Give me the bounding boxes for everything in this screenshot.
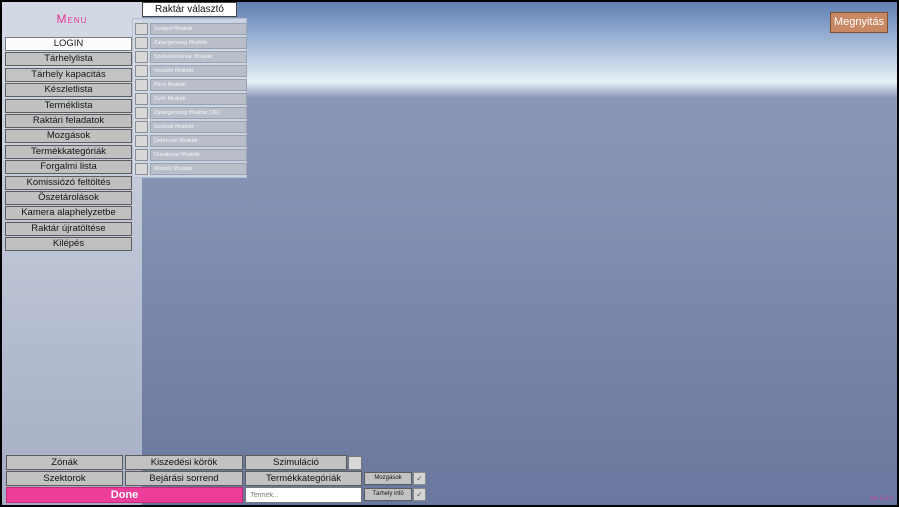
warehouse-item[interactable]: Győr főraktár — [135, 93, 247, 105]
product-list-button[interactable]: Terméklista — [5, 98, 132, 113]
warehouse-item[interactable]: Miskolc főraktár — [135, 163, 247, 175]
warehouse-reload-button[interactable]: Raktár újratöltése — [5, 221, 132, 236]
warehouse-item[interactable]: Pécs főraktár — [135, 79, 247, 91]
product-categories-bottom-button[interactable]: Termékkategóriák — [245, 471, 362, 486]
warehouse-checkbox[interactable] — [135, 65, 148, 77]
warehouse-checkbox[interactable] — [135, 37, 148, 49]
simulation-button[interactable]: Szimuláció — [245, 455, 347, 470]
simulation-checkbox[interactable] — [348, 456, 362, 470]
warehouse-tasks-button[interactable]: Raktári feladatok — [5, 113, 132, 128]
warehouse-item[interactable]: Dunakeszi főraktár — [135, 149, 247, 161]
exit-button[interactable]: Kilépés — [5, 237, 132, 252]
warehouse-label: Veszélé főraktár — [150, 65, 247, 77]
warehouse-label: Székesfehérvár főraktár — [150, 51, 247, 63]
warehouse-checkbox[interactable] — [135, 51, 148, 63]
warehouse-label: Zalaegerszeg főraktár — [150, 37, 247, 49]
walk-order-button[interactable]: Bejárási sorrend — [125, 471, 243, 486]
login-button[interactable]: LOGIN — [5, 37, 132, 51]
storage-info-small-button[interactable]: Tárhely infó — [364, 488, 412, 501]
warehouse-checkbox[interactable] — [135, 121, 148, 133]
warehouse-label: Pécs főraktár — [150, 79, 247, 91]
warehouse-label: Szeged főraktár — [150, 23, 247, 35]
warehouse-selector-panel: Szeged főraktár Zalaegerszeg főraktár Sz… — [132, 18, 247, 178]
storage-list-button[interactable]: Tárhelylista — [5, 52, 132, 67]
pickup-rounds-button[interactable]: Kiszedési körök — [125, 455, 243, 470]
warehouse-item[interactable]: Zalaegerszeg főraktár (2E) — [135, 107, 247, 119]
warehouse-label: Miskolc főraktár — [150, 163, 247, 175]
side-menu-panel: Menu LOGIN Tárhelylista Tárhely kapacitá… — [2, 2, 142, 505]
storage-info-checkbox[interactable]: ✓ — [413, 488, 426, 501]
warehouse-item[interactable]: Szeged főraktár — [135, 23, 247, 35]
product-categories-button[interactable]: Termékkategóriák — [5, 144, 132, 159]
scene-viewport[interactable]: Menu LOGIN Tárhelylista Tárhely kapacitá… — [2, 2, 897, 505]
open-button[interactable]: Megnyitás — [830, 12, 888, 33]
warehouse-selector-title: Raktár választó — [142, 2, 237, 17]
sectors-button[interactable]: Szektorok — [6, 471, 123, 486]
menu-title: Menu — [56, 12, 88, 26]
picker-fill-button[interactable]: Komissiózó feltöltés — [5, 175, 132, 190]
co-storage-button[interactable]: Öszetárolások — [5, 190, 132, 205]
warehouse-checkbox[interactable] — [135, 107, 148, 119]
warehouse-label: Zalaegerszeg főraktár (2E) — [150, 107, 247, 119]
product-search-input[interactable] — [245, 487, 362, 503]
storage-capacity-button[interactable]: Tárhely kapacitás — [5, 67, 132, 82]
warehouse-item[interactable]: Veszélé főraktár — [135, 65, 247, 77]
warehouse-item[interactable]: Szolnok főraktár — [135, 121, 247, 133]
warehouse-item[interactable]: Székesfehérvár főraktár — [135, 51, 247, 63]
warehouse-label: Győr főraktár — [150, 93, 247, 105]
warehouse-label: Szolnok főraktár — [150, 121, 247, 133]
warehouse-checkbox[interactable] — [135, 149, 148, 161]
warehouse-item[interactable]: Debrecen főraktár — [135, 135, 247, 147]
movements-small-button[interactable]: Mozgások — [364, 472, 412, 485]
zones-button[interactable]: Zónák — [6, 455, 123, 470]
warehouse-checkbox[interactable] — [135, 23, 148, 35]
warehouse-checkbox[interactable] — [135, 135, 148, 147]
stock-list-button[interactable]: Készletlista — [5, 83, 132, 98]
warehouse-label: Debrecen főraktár — [150, 135, 247, 147]
warehouse-checkbox[interactable] — [135, 79, 148, 91]
movements-button[interactable]: Mozgások — [5, 129, 132, 144]
version-label: ver 1.0.0 — [869, 496, 893, 502]
warehouse-checkbox[interactable] — [135, 93, 148, 105]
warehouse-checkbox[interactable] — [135, 163, 148, 175]
done-button[interactable]: Done — [6, 487, 243, 503]
warehouse-item[interactable]: Zalaegerszeg főraktár — [135, 37, 247, 49]
movements-checkbox[interactable]: ✓ — [413, 472, 426, 485]
menu-list: LOGIN Tárhelylista Tárhely kapacitás Kés… — [5, 37, 132, 252]
traffic-list-button[interactable]: Forgalmi lista — [5, 160, 132, 175]
camera-reset-button[interactable]: Kamera alaphelyzetbe — [5, 206, 132, 221]
warehouse-label: Dunakeszi főraktár — [150, 149, 247, 161]
